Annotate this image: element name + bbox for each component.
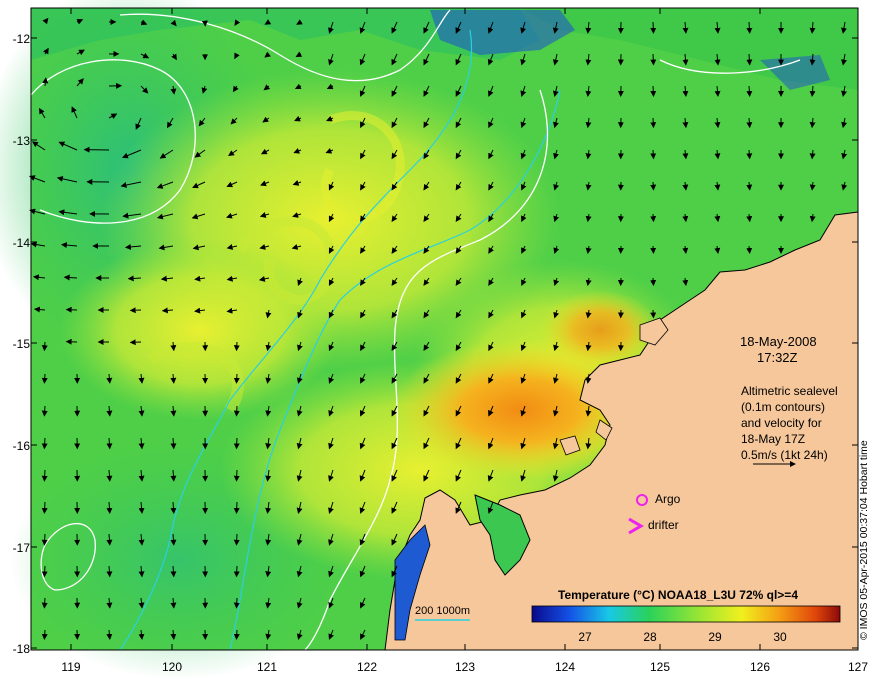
lon-label: 122: [356, 660, 378, 674]
velocity-arrow: [233, 597, 240, 609]
velocity-arrow: [41, 629, 48, 640]
colorbar-tick: 30: [773, 630, 787, 644]
annotation-line: 0.5m/s (1kt 24h): [741, 448, 828, 462]
velocity-arrow: [41, 437, 48, 450]
velocity-arrow: [233, 501, 240, 514]
velocity-arrow: [127, 275, 142, 282]
velocity-arrow: [650, 277, 657, 287]
velocity-arrow: [233, 469, 240, 482]
annotation-line: (0.1m contours): [741, 400, 826, 414]
observation-time: 17:32Z: [757, 350, 798, 365]
velocity-arrow: [746, 117, 753, 129]
velocity-arrow: [233, 629, 240, 640]
velocity-arrow: [650, 213, 657, 223]
velocity-arrow: [41, 373, 48, 384]
velocity-arrow: [746, 85, 753, 97]
lon-label: 120: [161, 660, 183, 674]
lat-label: -12: [12, 32, 30, 46]
velocity-arrow: [650, 53, 657, 66]
velocity-arrow: [41, 533, 48, 546]
lon-label: 123: [454, 660, 476, 674]
colorbar-tick: 27: [578, 630, 592, 644]
drifter-label: drifter: [648, 518, 679, 532]
velocity-arrow: [746, 181, 753, 191]
velocity-arrow: [650, 149, 657, 160]
velocity-arrow: [233, 565, 240, 578]
colorbar-title: Temperature (°C) NOAA18_L3U 72% ql>=4: [558, 588, 798, 602]
lat-label: -17: [12, 541, 30, 555]
lon-label: 127: [847, 660, 869, 674]
velocity-arrow: [233, 437, 240, 450]
lon-label: 126: [749, 660, 771, 674]
observation-date: 18-May-2008: [740, 334, 817, 349]
velocity-arrow: [233, 533, 240, 546]
velocity-arrow: [746, 245, 753, 254]
velocity-arrow: [650, 245, 657, 254]
velocity-arrow: [41, 565, 48, 578]
velocity-arrow: [233, 341, 240, 352]
velocity-arrow: [746, 21, 753, 34]
argo-label: Argo: [655, 492, 681, 506]
velocity-arrow: [233, 405, 240, 417]
velocity-arrow: [41, 501, 48, 514]
velocity-arrow: [233, 373, 240, 384]
velocity-arrow: [650, 309, 657, 319]
colorbar: [531, 605, 841, 623]
velocity-arrow: [746, 149, 753, 160]
lon-label: 125: [649, 660, 671, 674]
annotation-line: Altimetric sealevel: [741, 384, 838, 398]
velocity-arrow: [650, 181, 657, 191]
annotation-line: and velocity for: [741, 416, 822, 430]
lon-label: 119: [61, 660, 81, 674]
lat-label: -16: [12, 439, 30, 453]
annotation-line: 18-May 17Z: [741, 432, 806, 446]
velocity-arrow: [650, 21, 657, 34]
velocity-arrow: [650, 85, 657, 97]
bathymetry-legend-label: 200 1000m: [415, 605, 471, 617]
velocity-arrow: [41, 341, 48, 352]
colorbar-tick: 28: [643, 630, 657, 644]
lat-label: -15: [12, 337, 30, 351]
imos-credit: © IMOS 05-Apr-2015 00:37:04 Hobart time: [858, 440, 870, 640]
velocity-arrow: [41, 405, 48, 417]
colorbar-tick: 29: [708, 630, 722, 644]
lat-label: -13: [12, 134, 30, 148]
velocity-arrow: [650, 117, 657, 129]
velocity-arrow: [41, 469, 48, 482]
velocity-arrow: [746, 213, 753, 223]
lat-label: -14: [12, 236, 30, 250]
velocity-arrow: [746, 53, 753, 66]
lat-label: -18: [12, 642, 30, 656]
velocity-arrow: [41, 597, 48, 609]
lon-label: 121: [256, 660, 278, 674]
lon-label: 124: [554, 660, 576, 674]
